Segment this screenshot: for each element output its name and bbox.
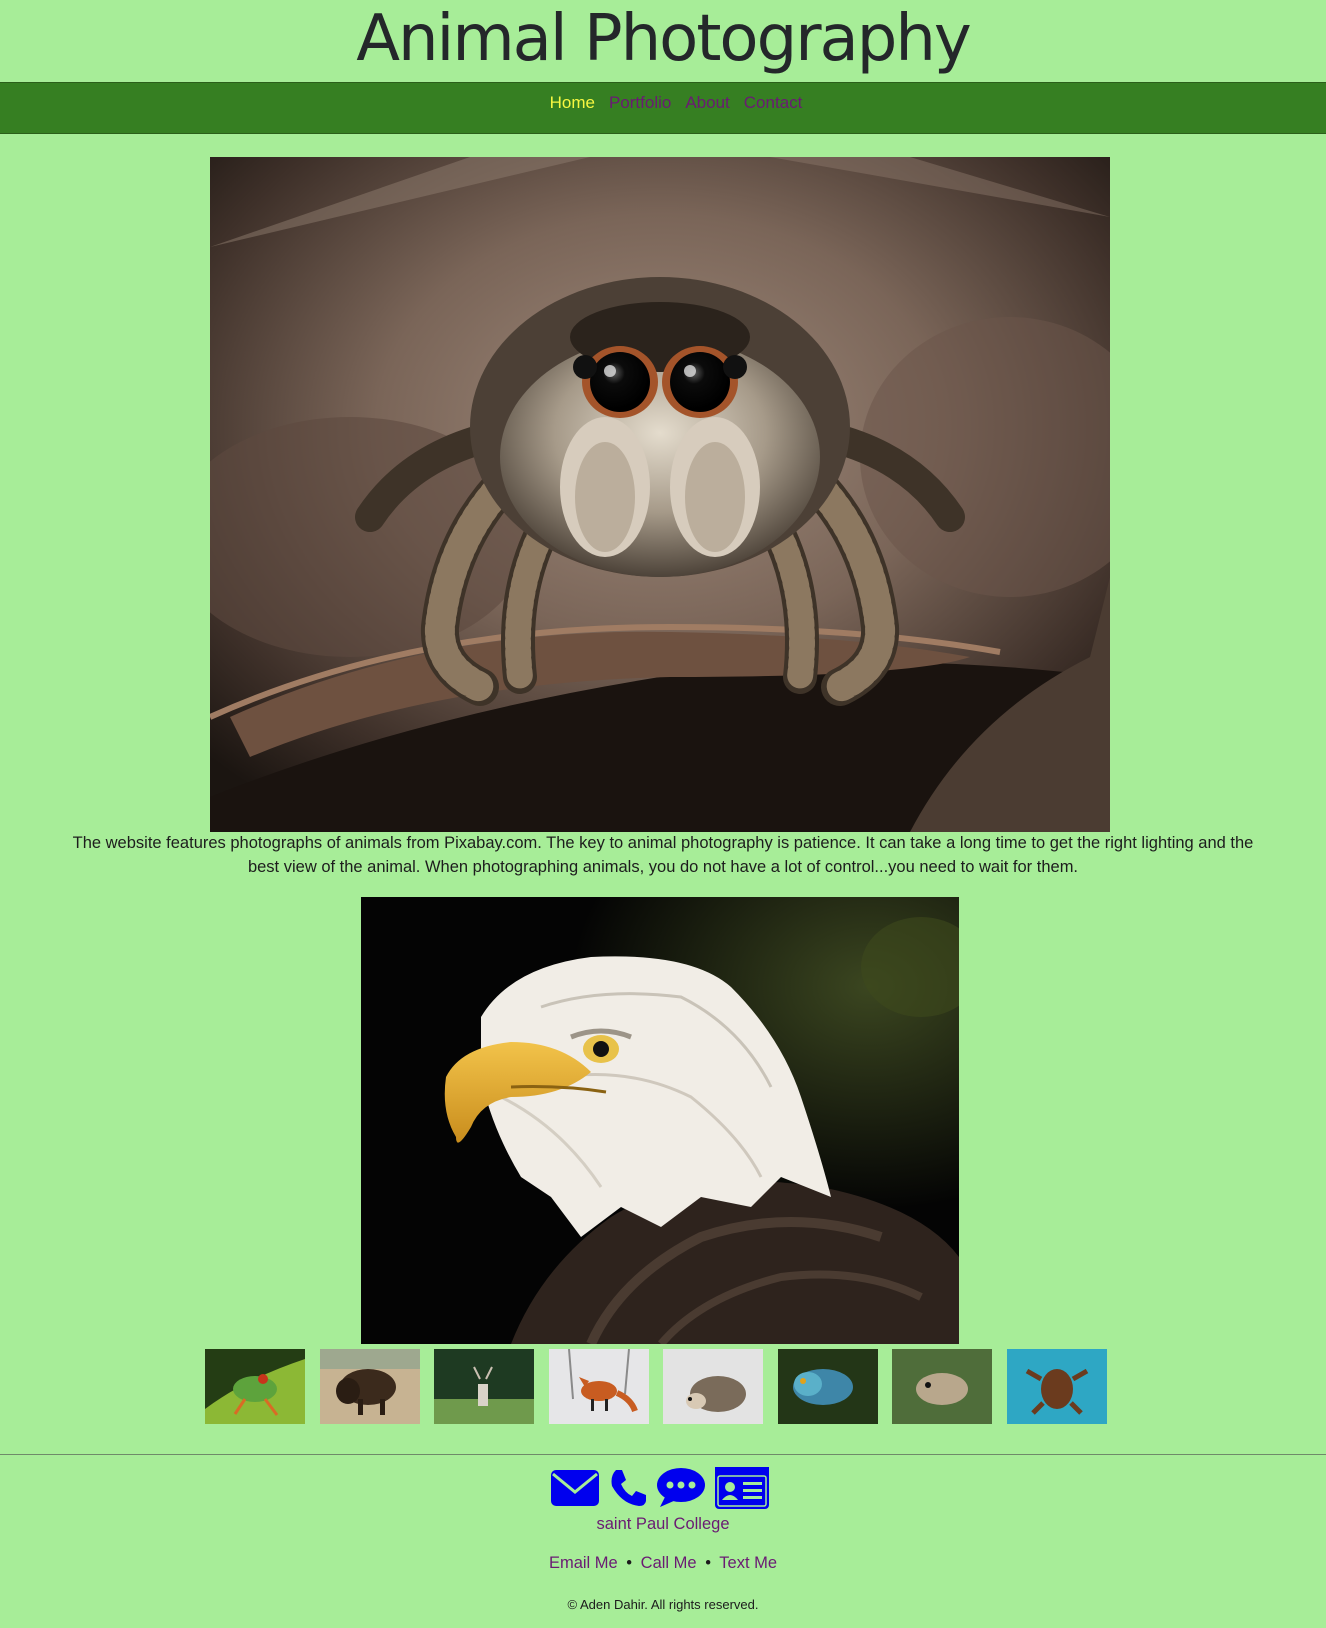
thumbnail-otter[interactable] (892, 1349, 992, 1424)
nav-link-about[interactable]: About (685, 93, 729, 112)
nav-list: Home Portfolio About Contact (0, 83, 1326, 113)
sea-turtle-image (1006, 1349, 1107, 1424)
thumbnail-red-fox[interactable] (548, 1349, 649, 1424)
nav-link-portfolio[interactable]: Portfolio (609, 93, 671, 112)
contact-icons (550, 1466, 770, 1515)
call-me-link[interactable]: Call Me (641, 1554, 697, 1572)
thumbnail-tree-frog[interactable] (205, 1349, 305, 1424)
hedgehog-image (663, 1349, 763, 1424)
thumbnail-sea-turtle[interactable] (1006, 1349, 1107, 1424)
email-me-link[interactable]: Email Me (549, 1554, 618, 1572)
nav-item-contact: Contact (744, 93, 803, 113)
nav-item-portfolio: Portfolio (609, 93, 671, 113)
chat-bubble-icon[interactable] (656, 1467, 706, 1514)
text-me-link[interactable]: Text Me (719, 1554, 777, 1572)
copyright: © Aden Dahir. All rights reserved. (567, 1597, 759, 1612)
spider-illustration (210, 157, 1110, 832)
bison-image (319, 1349, 420, 1424)
intro-paragraph: The website features photographs of anim… (72, 834, 1254, 876)
site-header: Animal Photography (0, 0, 1326, 82)
phone-icon[interactable] (608, 1468, 648, 1513)
main-nav: Home Portfolio About Contact (0, 82, 1326, 134)
nav-link-contact[interactable]: Contact (744, 93, 803, 112)
deer-image (434, 1349, 534, 1424)
thumbnail-lizard[interactable] (777, 1349, 878, 1424)
thumbnail-hedgehog[interactable] (663, 1349, 763, 1424)
envelope-icon[interactable] (550, 1468, 600, 1513)
thumbnail-deer[interactable] (434, 1349, 534, 1424)
footer-links: Email Me • Call Me • Text Me (0, 1554, 1326, 1573)
thumbnail-bison[interactable] (319, 1349, 420, 1424)
tree-frog-image (205, 1349, 305, 1424)
nav-item-about: About (685, 93, 729, 113)
nav-link-home[interactable]: Home (550, 93, 595, 112)
contact-card-icon[interactable] (714, 1466, 770, 1515)
footer-divider (0, 1454, 1326, 1455)
bullet-separator: • (626, 1554, 633, 1572)
otter-image (892, 1349, 992, 1424)
page-title: Animal Photography (356, 2, 972, 76)
feature-image-eagle (361, 897, 959, 1344)
red-fox-image (548, 1349, 649, 1424)
hero-image-spider (210, 157, 1110, 832)
thumbnail-gallery (205, 1349, 1107, 1424)
college-name: saint Paul College (596, 1515, 730, 1533)
nav-item-home: Home (550, 93, 595, 113)
eagle-illustration (361, 897, 959, 1344)
lizard-image (777, 1349, 878, 1424)
bullet-separator: • (705, 1554, 711, 1572)
